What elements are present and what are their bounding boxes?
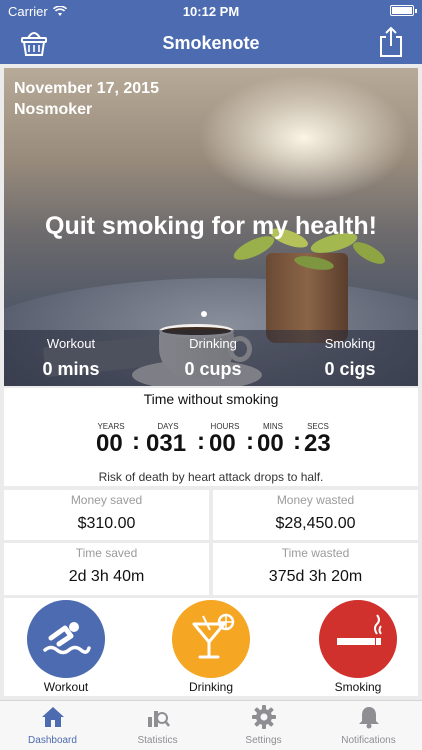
health-message: Risk of death by heart attack drops to h… — [98, 470, 324, 484]
tab-dashboard-label: Dashboard — [28, 735, 77, 746]
tab-dashboard[interactable]: Dashboard — [0, 705, 105, 746]
time-wasted-card: Time wasted 375d 3h 20m — [213, 543, 418, 595]
workout-button[interactable]: Workout — [26, 600, 106, 694]
tab-settings[interactable]: Settings — [211, 705, 316, 746]
timer-value-hours: 00 — [209, 430, 236, 457]
page-indicator-dot[interactable] — [201, 311, 207, 317]
drinking-circle[interactable] — [172, 600, 250, 678]
workout-circle[interactable] — [27, 600, 105, 678]
home-icon — [41, 707, 64, 727]
money-wasted-card: Money wasted $28,450.00 — [213, 490, 418, 540]
timer-card: Time without smoking YEARS 00 : DAYS 031… — [4, 388, 418, 486]
timer-value-secs: 23 — [304, 430, 331, 457]
tab-statistics[interactable]: Statistics — [105, 705, 210, 746]
share-icon[interactable] — [378, 26, 404, 58]
stat-workout: Workout 0 mins — [30, 336, 112, 380]
timer-colon: : — [246, 428, 254, 455]
cigarette-icon — [337, 614, 382, 645]
money-saved-value: $310.00 — [77, 515, 136, 532]
battery-icon — [390, 5, 417, 16]
time-wasted-label: Time wasted — [281, 546, 350, 560]
smoking-button[interactable]: Smoking — [318, 600, 398, 694]
hero-motto: Quit smoking for my health! — [45, 212, 377, 240]
time-saved-label: Time saved — [75, 546, 138, 560]
money-wasted-value: $28,450.00 — [275, 515, 356, 532]
stat-workout-label: Workout — [46, 336, 96, 351]
workout-label: Workout — [43, 680, 89, 694]
time-saved-value: 2d 3h 40m — [68, 568, 145, 585]
hero-username: Nosmoker — [14, 101, 93, 118]
tab-notifications[interactable]: Notifications — [316, 705, 421, 746]
tab-bar: Dashboard Statistics Settings Notificati… — [0, 700, 422, 750]
timer-colon: : — [197, 428, 205, 455]
hero-date: November 17, 2015 — [14, 80, 159, 97]
money-saved-card: Money saved $310.00 — [4, 490, 209, 540]
money-wasted-label: Money wasted — [276, 493, 355, 507]
stat-smoking-value: 0 cigs — [324, 359, 376, 379]
statistics-icon — [147, 711, 170, 727]
swimmer-icon — [43, 622, 91, 655]
timer-value-mins: 00 — [257, 430, 284, 457]
page-title: Smokenote — [162, 33, 260, 53]
action-panel: Workout Drinking Smoking — [4, 598, 418, 696]
smoking-circle[interactable] — [319, 600, 397, 678]
hero-stats: Workout 0 mins Drinking 0 cups Smoking 0… — [4, 330, 418, 386]
time-wasted-value: 375d 3h 20m — [268, 568, 363, 585]
timer-heading: Time without smoking — [143, 391, 279, 407]
stat-smoking-label: Smoking — [324, 336, 376, 351]
stat-workout-value: 0 mins — [42, 359, 100, 379]
bell-icon — [358, 707, 379, 729]
time-saved-card: Time saved 2d 3h 40m — [4, 543, 209, 595]
money-saved-label: Money saved — [70, 493, 143, 507]
status-time: 10:12 PM — [182, 4, 240, 19]
status-bar: Carrier 10:12 PM — [0, 0, 422, 22]
navigation-bar: Smokenote — [0, 22, 422, 64]
gear-icon — [251, 705, 276, 729]
tab-notifications-label: Notifications — [341, 735, 396, 746]
timer-colon: : — [132, 428, 140, 455]
stat-drinking-value: 0 cups — [184, 359, 242, 379]
hero-card[interactable]: November 17, 2015 Nosmoker Quit smoking … — [4, 68, 418, 386]
stat-smoking: Smoking 0 cigs — [300, 336, 400, 380]
drinking-button[interactable]: Drinking — [171, 600, 251, 694]
tab-settings-label: Settings — [245, 735, 282, 746]
smoking-label: Smoking — [334, 680, 382, 694]
stat-drinking-label: Drinking — [189, 336, 237, 351]
tab-statistics-label: Statistics — [137, 735, 178, 746]
stat-drinking: Drinking 0 cups — [168, 336, 258, 380]
timer-value-days: 031 — [146, 430, 187, 457]
drinking-label: Drinking — [188, 680, 233, 694]
timer-value-years: 00 — [96, 430, 123, 457]
timer-colon: : — [293, 428, 301, 455]
cocktail-icon — [192, 613, 235, 659]
